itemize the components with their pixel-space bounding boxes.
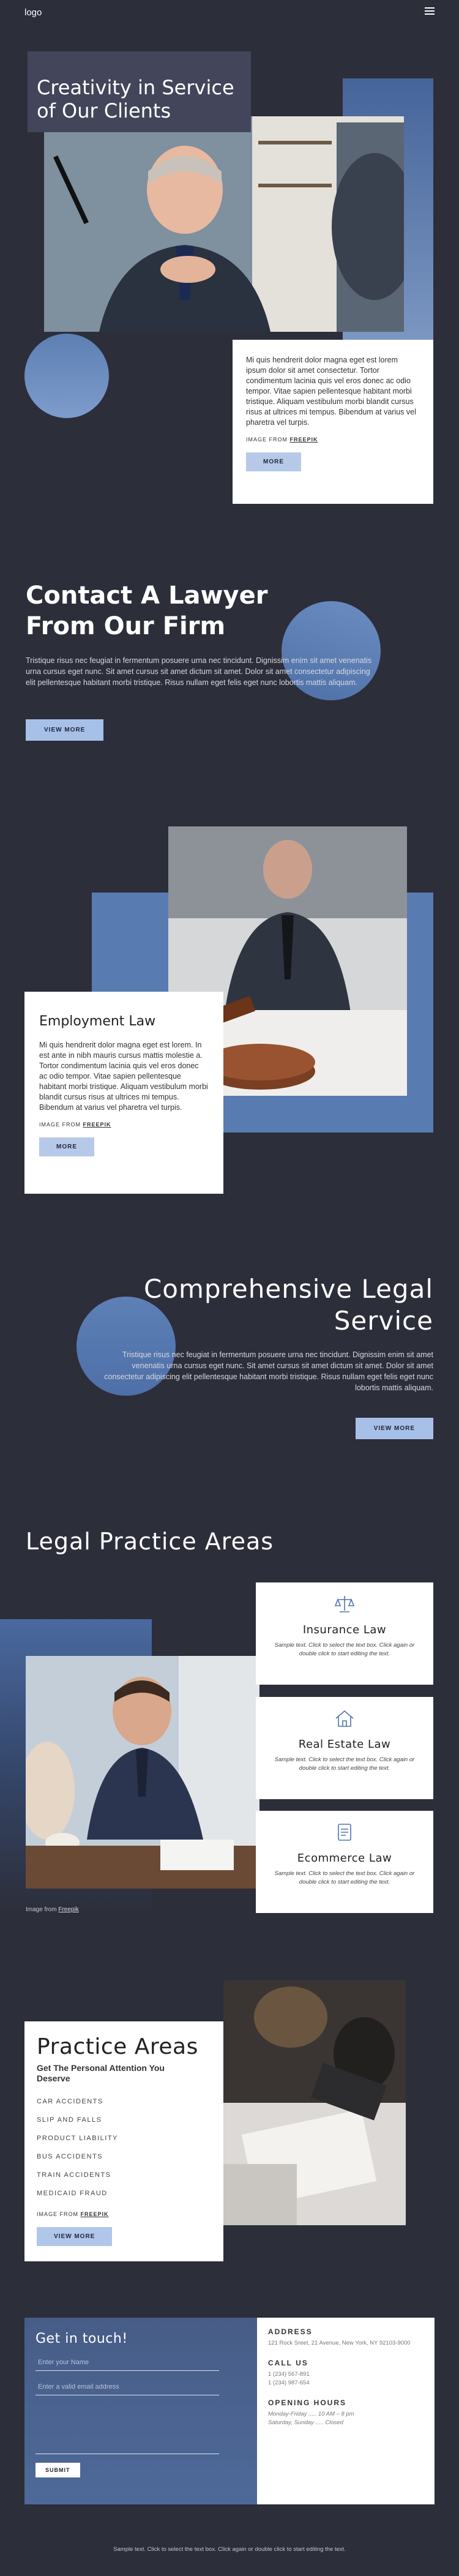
name-field[interactable]: Enter your Name: [35, 2346, 219, 2371]
logo[interactable]: logo: [24, 7, 42, 18]
address-heading: ADDRESS: [268, 2327, 313, 2336]
employment-title: Employment Law: [39, 1014, 156, 1029]
list-item: TRAIN ACCIDENTS: [37, 2171, 111, 2179]
form-title: Get in touch!: [35, 2331, 128, 2346]
practice-areas-photo: [223, 1980, 406, 2225]
list-item: BUS ACCIDENTS: [37, 2153, 103, 2160]
card-text: Sample text. Click to select the text bo…: [274, 1642, 415, 1657]
more-button[interactable]: MORE: [246, 452, 301, 471]
employment-body: Mi quis hendrerit dolor magna eget est l…: [39, 1041, 208, 1112]
hours-text: Monday-Friday ..... 10 AM – 8 pm Saturda…: [268, 2411, 354, 2426]
practice-list: CAR ACCIDENTS SLIP AND FALLS PRODUCT LIA…: [37, 2092, 211, 2203]
credit-link[interactable]: Freepik: [83, 1121, 111, 1128]
contact-form: Get in touch! Enter your Name Enter a va…: [24, 2318, 257, 2504]
view-more-button[interactable]: VIEW MORE: [26, 719, 104, 741]
service-card-real-estate[interactable]: Real Estate Law Sample text. Click to se…: [256, 1697, 433, 1799]
practice-areas-card: Practice Areas Get The Personal Attentio…: [24, 2021, 223, 2261]
credit-prefix: Image from: [26, 1906, 57, 1913]
hero-card: Mi quis hendrerit dolor magna eget est l…: [233, 340, 433, 504]
card-title: Ecommerce Law: [297, 1852, 392, 1865]
card-title: Insurance Law: [302, 1623, 387, 1636]
credit-link[interactable]: Freepik: [290, 436, 318, 443]
house-icon: [335, 1710, 354, 1727]
employment-card: Employment Law Mi quis hendrerit dolor m…: [24, 992, 223, 1194]
decorative-circle: [24, 334, 109, 418]
view-more-button[interactable]: VIEW MORE: [355, 1418, 433, 1439]
scales-icon: [334, 1596, 355, 1612]
card-title: Real Estate Law: [298, 1738, 391, 1751]
legal-practice-title: Legal Practice Areas: [26, 1528, 274, 1555]
image-credit: Image from Freepik: [246, 436, 420, 443]
contact-body: Tristique risus nec feugiat in fermentum…: [26, 656, 372, 687]
practice-areas-title: Practice Areas: [37, 2034, 198, 2059]
submit-button[interactable]: SUBMIT: [35, 2463, 80, 2477]
service-card-insurance[interactable]: Insurance Law Sample text. Click to sele…: [256, 1582, 433, 1685]
contact-info: ADDRESS 121 Rock Sreet, 21 Avenue, New Y…: [257, 2318, 435, 2504]
legal-practice-photo: [26, 1656, 259, 1889]
credit-link[interactable]: Freepik: [81, 2211, 109, 2217]
view-more-button[interactable]: VIEW MORE: [37, 2227, 113, 2246]
phone-text: 1 (234) 567-891 1 (234) 987-654: [268, 2371, 310, 2386]
credit-prefix: Image from: [39, 1121, 81, 1128]
hero-photo: [44, 116, 404, 332]
footer-text: Sample text. Click to select the text bo…: [113, 2546, 346, 2553]
list-item: MEDICAID FRAUD: [37, 2190, 108, 2197]
credit-prefix: Image from: [37, 2211, 78, 2217]
hero-title: Creativity in Service of Our Clients: [37, 76, 234, 122]
comprehensive-title: Comprehensive Legal Service: [143, 1274, 433, 1336]
cart-icon: [338, 1824, 351, 1841]
list-item: PRODUCT LIABILITY: [37, 2135, 118, 2142]
card-text: Sample text. Click to select the text bo…: [274, 1870, 415, 1885]
list-item: SLIP AND FALLS: [37, 2116, 102, 2124]
image-credit: Image from Freepik: [39, 1121, 209, 1128]
call-heading: CALL US: [268, 2359, 308, 2367]
comprehensive-body: Tristique risus nec feugiat in fermentum…: [104, 1350, 433, 1392]
credit-prefix: Image from: [246, 436, 288, 443]
image-credit: Image from Freepik: [26, 1906, 79, 1913]
card-text: Sample text. Click to select the text bo…: [274, 1756, 415, 1772]
service-card-ecommerce[interactable]: Ecommerce Law Sample text. Click to sele…: [256, 1811, 433, 1913]
image-credit: Image from Freepik: [37, 2211, 211, 2217]
email-field[interactable]: Enter a valid email address: [35, 2371, 219, 2395]
credit-link[interactable]: Freepik: [58, 1906, 78, 1913]
contact-title: Contact A Lawyer From Our Firm: [26, 582, 268, 640]
hamburger-icon[interactable]: [425, 7, 435, 15]
practice-areas-subtitle: Get The Personal Attention You Deserve: [37, 2063, 165, 2083]
address-text: 121 Rock Sreet, 21 Avenue, New York, NY …: [268, 2340, 411, 2346]
more-button[interactable]: MORE: [39, 1137, 94, 1156]
message-field[interactable]: [35, 2395, 219, 2454]
hours-heading: OPENING HOURS: [268, 2398, 347, 2407]
list-item: CAR ACCIDENTS: [37, 2098, 103, 2105]
hero-body: Mi quis hendrerit dolor magna eget est l…: [246, 356, 416, 427]
